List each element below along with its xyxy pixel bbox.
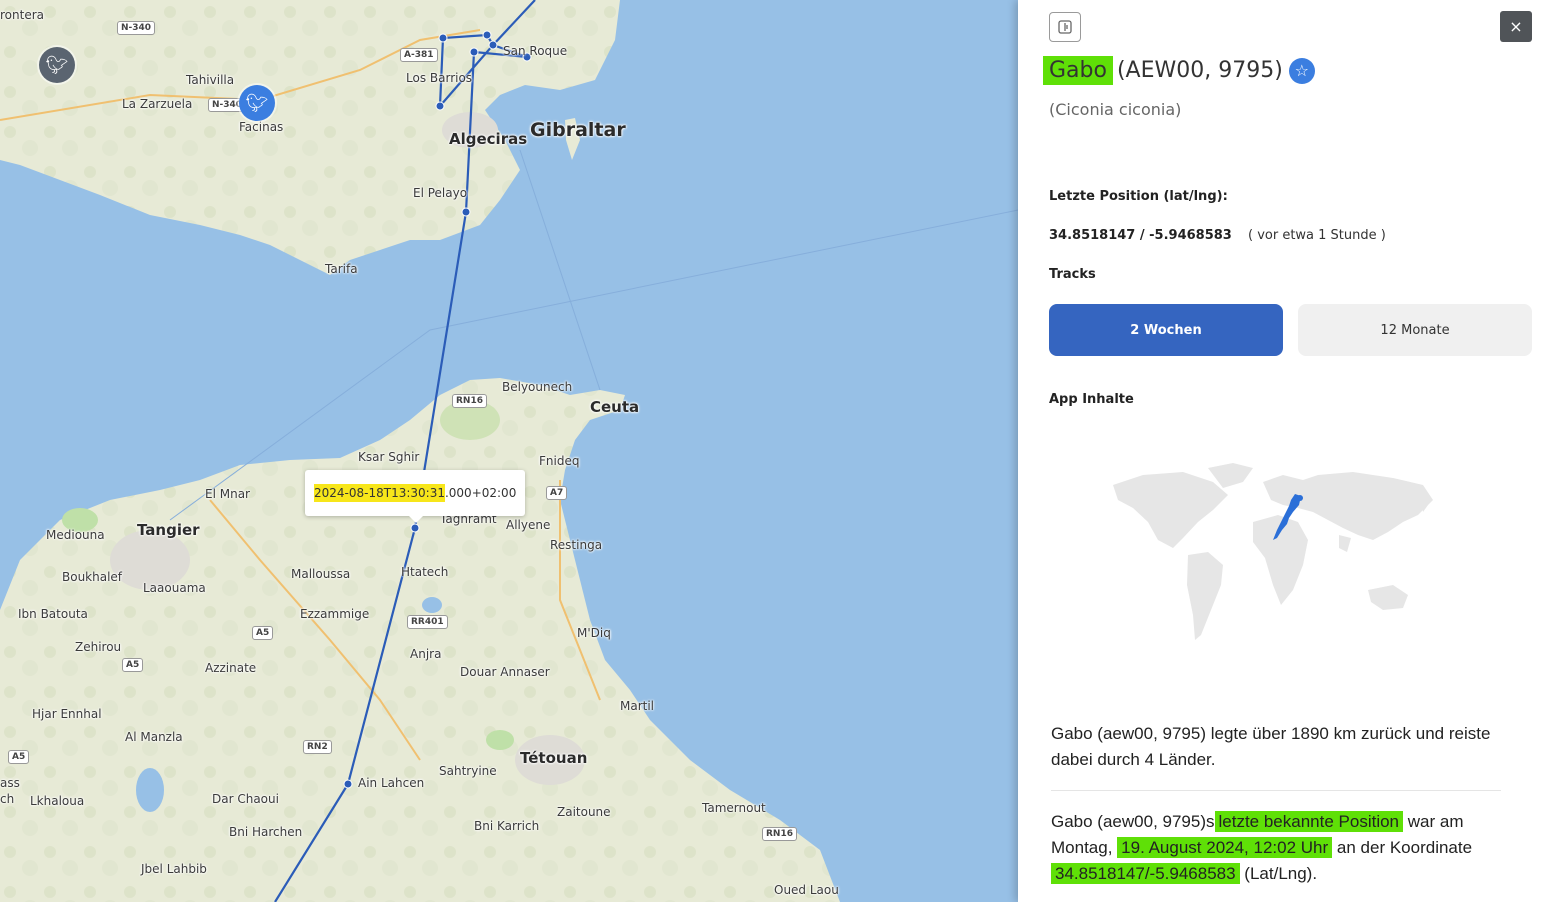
place-label: Sahtryine xyxy=(439,764,497,778)
desc-highlight-coords: 34.8518147/-5.9468583 xyxy=(1051,863,1240,884)
track-point xyxy=(435,101,445,111)
animal-title: Gabo (AEW00, 9795) ☆ xyxy=(1043,56,1315,85)
place-label: Allyene xyxy=(506,518,551,532)
animal-marker-blue[interactable]: 🐦︎ xyxy=(239,85,275,121)
place-label: Ceuta xyxy=(590,398,640,416)
desc-part: an der Koordinate xyxy=(1336,838,1473,857)
place-label: El Mnar xyxy=(205,487,250,501)
place-label: Tétouan xyxy=(520,749,588,767)
divider xyxy=(1051,790,1501,791)
place-label: Belyounech xyxy=(502,380,573,394)
place-label: Zaitoune xyxy=(557,805,611,819)
track-point xyxy=(410,523,420,533)
road-shield: A7 xyxy=(546,486,568,500)
stork-icon: 🐦︎ xyxy=(245,92,269,114)
place-label: Tahivilla xyxy=(186,73,235,87)
road-shield: RN2 xyxy=(303,740,332,754)
place-label: Martil xyxy=(620,699,655,713)
summary-text: Gabo (aew00, 9795) legte über 1890 km zu… xyxy=(1051,724,1491,769)
species-name: (Ciconia ciconia) xyxy=(1049,100,1182,119)
close-button[interactable]: × xyxy=(1500,11,1532,42)
last-position-coords: 34.8518147 / -5.9468583 xyxy=(1049,228,1232,243)
place-label: Jbel Lahbib xyxy=(141,862,207,876)
animal-marker-gray[interactable]: 🐦︎ xyxy=(39,47,75,83)
map-view[interactable]: rontera Tahivilla La Zarzuela Facinas Lo… xyxy=(0,0,1018,902)
last-position: 34.8518147 / -5.9468583 ( vor etwa 1 Stu… xyxy=(1049,228,1386,243)
road-shield: A5 xyxy=(122,658,144,672)
place-label: Azzinate xyxy=(205,661,257,675)
tab-12-months[interactable]: 12 Monate xyxy=(1298,304,1532,356)
place-label: Facinas xyxy=(239,120,284,134)
road-shield: A5 xyxy=(252,626,274,640)
tracks-label: Tracks xyxy=(1049,267,1096,282)
tooltip-time: 2024-08-18T13:30:31 xyxy=(314,484,445,502)
animal-ids: (AEW00, 9795) xyxy=(1116,58,1283,83)
place-label: Zehirou xyxy=(75,640,122,654)
track-point xyxy=(438,33,448,43)
place-label: Anjra xyxy=(410,647,442,661)
road-shield: RR401 xyxy=(407,615,448,629)
detail-panel: × Gabo (AEW00, 9795) ☆ (Ciconia ciconia)… xyxy=(1018,0,1541,902)
road-shield: A5 xyxy=(8,750,30,764)
track-point-tooltip: 2024-08-18T13:30:31.000+02:00 xyxy=(305,470,525,523)
place-label: Douar Annaser xyxy=(460,665,550,679)
place-label: San Roque xyxy=(503,44,568,58)
place-label: Algeciras xyxy=(449,130,528,148)
place-label: Restinga xyxy=(550,538,603,552)
place-label: Boukhalef xyxy=(62,570,123,584)
place-label: Al Manzla xyxy=(125,730,183,744)
desc-highlight: letzte bekannte Position xyxy=(1214,811,1404,832)
place-label: Tarifa xyxy=(325,262,358,276)
desc-part: (Lat/Lng). xyxy=(1244,864,1318,883)
place-label: Ksar Sghir xyxy=(358,450,420,464)
place-label: Tamernout xyxy=(702,801,766,815)
world-map-thumbnail xyxy=(1113,463,1433,640)
track-point xyxy=(461,207,471,217)
track-point xyxy=(488,40,498,50)
place-label: Malloussa xyxy=(291,567,351,581)
collapse-panel-button[interactable] xyxy=(1049,12,1081,42)
road-shield: A-381 xyxy=(400,48,438,62)
desc-part: Gabo (aew00, 9795)s xyxy=(1051,812,1215,831)
road-shield: N-340 xyxy=(117,21,156,35)
place-label: ch xyxy=(0,792,15,806)
place-label: Tangier xyxy=(137,521,200,539)
place-label: Lkhaloua xyxy=(30,794,85,808)
app-content-label: App Inhalte xyxy=(1049,392,1134,407)
desc-highlight-date: 19. August 2024, 12:02 Uhr xyxy=(1117,837,1333,858)
place-label: ass xyxy=(0,776,20,790)
place-label: Ain Lahcen xyxy=(358,776,425,790)
road-shield: RN16 xyxy=(762,827,797,841)
place-label: Fnideq xyxy=(539,454,580,468)
place-label: Hjar Ennhal xyxy=(32,707,102,721)
place-label: Gibraltar xyxy=(530,119,626,141)
place-label: Oued Laou xyxy=(774,883,839,897)
last-position-text: Gabo (aew00, 9795)s letzte bekannte Posit… xyxy=(1051,809,1491,887)
place-label: Ezzammige xyxy=(300,607,370,621)
place-label: rontera xyxy=(0,8,44,22)
last-position-label: Letzte Position (lat/lng): xyxy=(1049,189,1228,204)
place-label: Laaouama xyxy=(143,581,206,595)
tooltip-time-rest: .000+02:00 xyxy=(444,486,517,500)
place-label: El Pelayo xyxy=(413,186,468,200)
place-label: Ibn Batouta xyxy=(18,607,88,621)
place-label: Mediouna xyxy=(46,528,105,542)
place-label: Bni Harchen xyxy=(229,825,303,839)
place-label: Los Barrios xyxy=(406,71,473,85)
place-label: Htatech xyxy=(401,565,449,579)
place-label: Bni Karrich xyxy=(474,819,540,833)
place-label: La Zarzuela xyxy=(122,97,193,111)
last-position-ago: ( vor etwa 1 Stunde ) xyxy=(1248,228,1386,243)
star-icon[interactable]: ☆ xyxy=(1288,57,1315,84)
track-point xyxy=(482,30,492,40)
stork-icon: 🐦︎ xyxy=(45,54,69,76)
place-label: M'Diq xyxy=(577,626,611,640)
place-label: Dar Chaoui xyxy=(212,792,279,806)
road-shield: RN16 xyxy=(452,394,487,408)
panel-toggle-icon xyxy=(1058,20,1072,34)
track-point xyxy=(469,47,479,57)
animal-name: Gabo xyxy=(1043,56,1113,85)
track-point xyxy=(343,779,353,789)
tab-2-weeks[interactable]: 2 Wochen xyxy=(1049,304,1283,356)
